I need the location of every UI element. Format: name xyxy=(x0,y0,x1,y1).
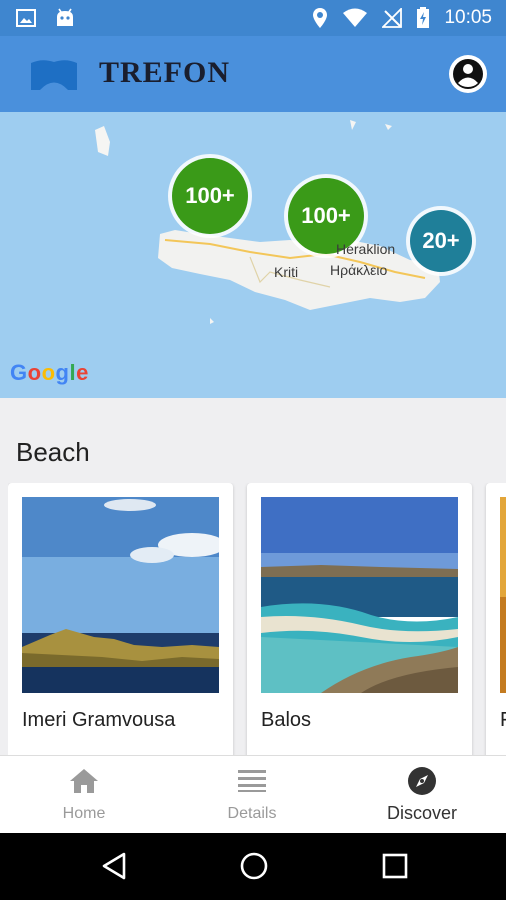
battery-charging-icon xyxy=(417,7,430,28)
trefon-logo-icon[interactable] xyxy=(30,57,78,91)
account-circle-icon[interactable] xyxy=(448,54,488,94)
app-bar: TREFON xyxy=(0,36,506,112)
back-icon[interactable] xyxy=(101,851,127,881)
system-navigation-bar xyxy=(0,833,506,900)
beach-card[interactable]: Balos xyxy=(247,483,472,755)
map-cluster-marker[interactable]: 20+ xyxy=(410,210,472,272)
recents-icon[interactable] xyxy=(382,851,408,881)
home-circle-icon[interactable] xyxy=(239,851,269,881)
beach-photo xyxy=(500,497,506,693)
nav-home-label: Home xyxy=(62,805,106,822)
map-view[interactable]: 100+ 100+ 20+ Heraklion Ηράκλειο Kriti G… xyxy=(0,112,506,398)
nav-details[interactable]: Details xyxy=(168,756,336,834)
status-bar: 10:05 xyxy=(0,0,506,36)
section-title: Beach xyxy=(16,437,90,467)
nav-discover-label: Discover xyxy=(386,803,457,823)
brand-title: TREFON xyxy=(99,56,231,89)
home-icon xyxy=(70,769,98,793)
no-signal-icon xyxy=(382,8,403,28)
nav-details-label: Details xyxy=(227,805,277,822)
beach-photo xyxy=(261,497,458,693)
bottom-navigation: Home Details Discover xyxy=(0,755,506,833)
map-label-heraklion: Heraklion xyxy=(336,241,396,257)
beach-card-title: Balos xyxy=(261,709,312,731)
beach-card-carousel[interactable]: Imeri Gramvousa Balos F xyxy=(8,483,506,755)
beach-card-title: Imeri Gramvousa xyxy=(22,709,176,731)
nav-home[interactable]: Home xyxy=(0,756,168,834)
beach-photo xyxy=(22,497,219,693)
nav-discover[interactable]: Discover xyxy=(338,756,506,834)
list-icon xyxy=(238,770,266,792)
image-icon xyxy=(16,9,36,27)
status-time: 10:05 xyxy=(444,7,492,28)
beach-card[interactable]: F xyxy=(486,483,506,755)
android-icon xyxy=(57,8,73,26)
location-icon xyxy=(313,8,328,28)
beach-card[interactable]: Imeri Gramvousa xyxy=(8,483,233,755)
google-attribution: Google xyxy=(10,360,89,385)
map-cluster-marker[interactable]: 100+ xyxy=(172,158,248,234)
beach-card-title: F xyxy=(500,709,506,732)
map-label-heraklion-greek: Ηράκλειο xyxy=(330,262,388,278)
map-label-kriti: Kriti xyxy=(274,264,299,280)
compass-icon xyxy=(408,767,436,795)
wifi-icon xyxy=(343,8,368,27)
